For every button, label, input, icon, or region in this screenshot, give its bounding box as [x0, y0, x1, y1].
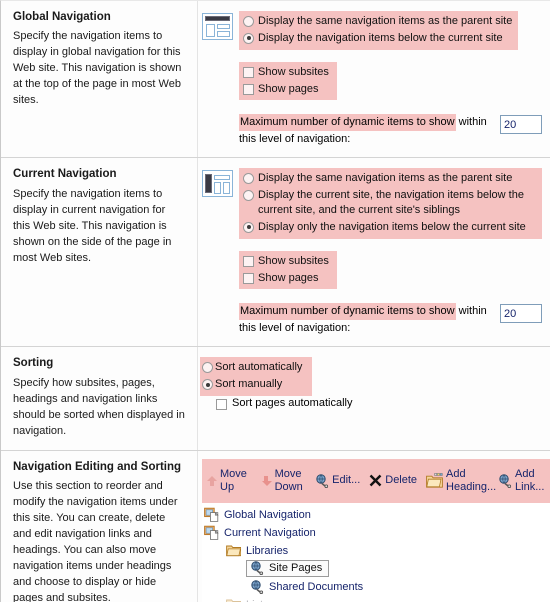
current-nav-radio-current-and-siblings[interactable]: Display the current site, the navigation… [243, 187, 536, 219]
checkbox-icon[interactable] [243, 272, 254, 284]
globe-link-icon [250, 579, 264, 594]
global-navigation-controls-column: Display the same navigation items as the… [198, 1, 550, 157]
navigation-editing-toolbar: Move Up Move Down Edit... Delete Add Hea… [202, 458, 550, 503]
current-nav-radio-only-below-current[interactable]: Display only the navigation items below … [243, 219, 536, 236]
tree-item-site-pages-selection[interactable]: Site Pages [246, 560, 330, 578]
global-nav-max-items-row: Maximum number of dynamic items to show … [239, 114, 542, 147]
global-navigation-radio-group: Display the same navigation items as the… [239, 11, 519, 50]
globe-link-icon [315, 473, 329, 488]
radio-circle-selected-icon[interactable] [243, 221, 254, 233]
globe-link-icon [250, 561, 264, 576]
sorting-controls-column: Sort automatically Sort manually Sort pa… [198, 347, 550, 449]
nav-page-icon [204, 525, 219, 540]
current-navigation-radio-group: Display the same navigation items as the… [239, 168, 542, 239]
global-navigation-title: Global Navigation [13, 11, 111, 23]
section-global-navigation: Global Navigation Specify the navigation… [1, 1, 550, 159]
radio-circle-icon[interactable] [202, 362, 213, 374]
edit-button[interactable]: Edit... [315, 473, 360, 488]
global-nav-checkbox-show-subsites[interactable]: Show subsites [243, 64, 329, 81]
sorting-description-column: Sorting Specify how subsites, pages, hea… [1, 347, 198, 450]
radio-circle-selected-icon[interactable] [243, 32, 254, 44]
current-nav-radio-parent-site[interactable]: Display the same navigation items as the… [243, 170, 536, 187]
tree-item-current-navigation[interactable]: Current Navigation [202, 524, 550, 542]
folder-icon [226, 598, 242, 602]
current-navigation-controls-column: Display the same navigation items as the… [198, 158, 550, 346]
current-nav-max-items-input[interactable] [500, 304, 542, 324]
checkbox-icon[interactable] [216, 399, 227, 411]
sorting-description: Specify how subsites, pages, headings an… [13, 376, 185, 437]
delete-button[interactable]: Delete [369, 474, 417, 487]
navigation-editing-description: Use this section to reorder and modify t… [13, 479, 178, 602]
global-nav-max-items-label: Maximum number of dynamic items to show … [239, 114, 500, 147]
nav-page-icon [204, 507, 219, 522]
globe-link-icon [498, 473, 512, 488]
global-navigation-description: Specify the navigation items to display … [13, 30, 182, 107]
navigation-tree: Global Navigation Current Navigation Lib… [202, 502, 550, 602]
global-nav-radio-parent-site[interactable]: Display the same navigation items as the… [243, 13, 512, 30]
checkbox-icon[interactable] [243, 66, 254, 78]
sorting-radio-group: Sort automatically Sort manually [200, 357, 313, 397]
current-nav-max-items-label: Maximum number of dynamic items to show … [239, 303, 500, 336]
arrow-down-icon [261, 475, 272, 487]
current-nav-checkbox-show-pages[interactable]: Show pages [243, 270, 329, 287]
navigation-editing-controls-column: Move Up Move Down Edit... Delete Add Hea… [198, 451, 550, 602]
current-navigation-checkbox-group: Show subsites Show pages [239, 250, 337, 290]
current-nav-max-items-row: Maximum number of dynamic items to show … [239, 303, 542, 336]
global-nav-max-items-label-highlight: Maximum number of dynamic items to show [239, 114, 456, 131]
current-navigation-title: Current Navigation [13, 168, 117, 181]
page-top-nav-thumbnail-icon [202, 13, 233, 40]
checkbox-icon[interactable] [243, 255, 254, 267]
current-navigation-description: Specify the navigation items to display … [13, 187, 172, 264]
add-folder-icon [426, 473, 443, 488]
tree-item-site-pages[interactable]: Site Pages [202, 560, 550, 578]
sorting-title: Sorting [13, 357, 54, 370]
radio-circle-icon[interactable] [243, 16, 254, 27]
checkbox-icon[interactable] [243, 83, 254, 95]
global-navigation-checkbox-group: Show subsites Show pages [239, 61, 337, 101]
add-heading-button[interactable]: Add Heading... [426, 468, 496, 493]
global-nav-max-items-input[interactable] [500, 115, 542, 135]
radio-circle-icon[interactable] [243, 173, 254, 185]
navigation-editing-title: Navigation Editing and Sorting [13, 460, 182, 473]
add-link-button[interactable]: Add Link... [498, 468, 546, 493]
radio-circle-selected-icon[interactable] [202, 379, 213, 391]
section-sorting: Sorting Specify how subsites, pages, hea… [1, 347, 550, 451]
folder-icon [226, 544, 242, 557]
section-current-navigation: Current Navigation Specify the navigatio… [1, 158, 550, 348]
global-navigation-description-column: Global Navigation Specify the navigation… [1, 1, 198, 158]
navigation-settings-page: Global Navigation Specify the navigation… [0, 0, 550, 602]
tree-item-libraries[interactable]: Libraries [202, 542, 550, 560]
global-nav-radio-below-current-site[interactable]: Display the navigation items below the c… [243, 30, 512, 47]
sorting-radio-manual[interactable]: Sort manually [202, 376, 302, 393]
move-down-button[interactable]: Move Down [261, 468, 307, 493]
move-up-button[interactable]: Move Up [206, 468, 252, 493]
navigation-editing-description-column: Navigation Editing and Sorting Use this … [1, 450, 198, 602]
current-nav-max-items-label-highlight: Maximum number of dynamic items to show [239, 303, 456, 320]
sorting-checkbox-sort-pages-automatically[interactable]: Sort pages automatically [200, 397, 542, 411]
tree-item-shared-documents[interactable]: Shared Documents [202, 578, 550, 596]
page-side-nav-thumbnail-icon [202, 170, 233, 198]
section-navigation-editing-and-sorting: Navigation Editing and Sorting Use this … [1, 450, 550, 602]
global-nav-checkbox-show-pages[interactable]: Show pages [243, 81, 329, 98]
tree-item-lists[interactable]: Lists [202, 596, 550, 602]
radio-circle-icon[interactable] [243, 190, 254, 202]
current-nav-checkbox-show-subsites[interactable]: Show subsites [243, 253, 329, 270]
sorting-radio-automatic[interactable]: Sort automatically [202, 359, 302, 376]
arrow-up-icon [206, 475, 217, 487]
tree-item-global-navigation[interactable]: Global Navigation [202, 506, 550, 524]
current-navigation-description-column: Current Navigation Specify the navigatio… [1, 158, 198, 347]
delete-x-icon [369, 474, 382, 487]
